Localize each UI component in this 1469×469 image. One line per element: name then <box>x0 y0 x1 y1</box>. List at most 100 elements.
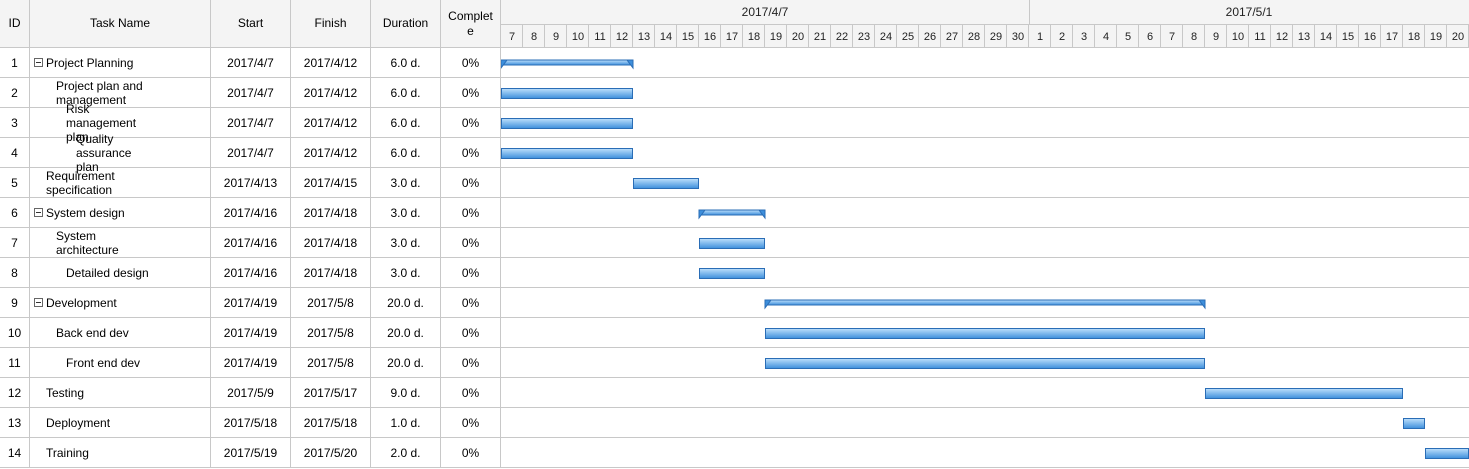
day-label: 7 <box>509 31 515 43</box>
summary-bar <box>698 209 766 216</box>
task-finish-cell: 2017/4/15 <box>291 168 371 198</box>
col-header-finish[interactable]: Finish <box>291 0 371 48</box>
timeline-chart: 2017/4/7 2017/5/17 8 9 10 11 12 13 14 15 16 17 18 19 2… <box>501 0 1469 468</box>
task-finish-cell: 2017/5/18 <box>291 408 371 438</box>
task-duration-cell: 9.0 d. <box>371 378 441 408</box>
task-complete-cell: 0% <box>441 348 501 378</box>
col-header-start[interactable]: Start <box>211 0 291 48</box>
task-complete-cell: 0% <box>441 108 501 138</box>
task-duration-cell: 1.0 d. <box>371 408 441 438</box>
task-duration-cell: 3.0 d. <box>371 228 441 258</box>
task-complete-cell: 0% <box>441 318 501 348</box>
task-duration-cell: 6.0 d. <box>371 48 441 78</box>
task-id-cell: 4 <box>0 138 30 168</box>
task-bar <box>501 118 633 129</box>
task-id-cell: 14 <box>0 438 30 468</box>
collapse-toggle-icon[interactable] <box>34 58 43 67</box>
col-header-task-name[interactable]: Task Name <box>30 0 211 48</box>
task-id-cell: 8 <box>0 258 30 288</box>
day-label: 6 <box>1147 31 1153 43</box>
day-label: 29 <box>990 31 1002 43</box>
task-start-cell: 2017/4/7 <box>211 48 291 78</box>
day-label: 26 <box>924 31 936 43</box>
task-id-cell: 1 <box>0 48 30 78</box>
task-name: Requirement specification <box>46 168 115 197</box>
task-complete-cell: 0% <box>441 378 501 408</box>
day-label: 18 <box>1408 31 1420 43</box>
table-row[interactable]: 5 Requirement specification 2017/4/13 2017/… <box>0 168 501 198</box>
task-bar <box>501 148 633 159</box>
day-label: 16 <box>1364 31 1376 43</box>
task-complete-cell: 0% <box>441 168 501 198</box>
task-name-cell: System architecture <box>30 228 211 258</box>
task-finish-cell: 2017/4/18 <box>291 198 371 228</box>
task-name: Training <box>46 445 89 460</box>
task-finish-cell: 2017/4/12 <box>291 138 371 168</box>
task-start-cell: 2017/4/13 <box>211 168 291 198</box>
table-row[interactable]: 12 Testing 2017/5/9 2017/5/17 9.0 d. 0% <box>0 378 501 408</box>
task-name: System architecture <box>56 228 119 257</box>
task-start-cell: 2017/4/19 <box>211 318 291 348</box>
table-row[interactable]: 14 Training 2017/5/19 2017/5/20 2.0 d. 0% <box>0 438 501 468</box>
table-row[interactable]: 1 Project Planning 2017/4/7 2017/4/12 6.0 d.… <box>0 48 501 78</box>
collapse-toggle-icon[interactable] <box>34 298 43 307</box>
task-finish-cell: 2017/4/18 <box>291 258 371 288</box>
task-complete-cell: 0% <box>441 78 501 108</box>
day-label: 17 <box>726 31 738 43</box>
day-label: 19 <box>770 31 782 43</box>
task-finish-cell: 2017/5/8 <box>291 318 371 348</box>
task-bar <box>765 328 1205 339</box>
day-label: 11 <box>594 31 605 43</box>
day-label: 18 <box>748 31 760 43</box>
day-label: 14 <box>1320 31 1332 43</box>
day-label: 9 <box>553 31 559 43</box>
task-finish-cell: 2017/5/20 <box>291 438 371 468</box>
task-id-cell: 5 <box>0 168 30 198</box>
table-row[interactable]: 9 Development 2017/4/19 2017/5/8 20.0 d. 0% <box>0 288 501 318</box>
task-name-cell: Quality assurance plan <box>30 132 211 174</box>
task-bar <box>633 178 699 189</box>
task-id-cell: 13 <box>0 408 30 438</box>
task-start-cell: 2017/5/18 <box>211 408 291 438</box>
task-name-cell: Deployment <box>30 408 211 438</box>
task-bar <box>765 358 1205 369</box>
col-header-complete[interactable]: Complete <box>441 0 501 48</box>
table-row[interactable]: 10 Back end dev 2017/4/19 2017/5/8 20.0 d. 0% <box>0 318 501 348</box>
table-row[interactable]: 7 System architecture 2017/4/16 2017/4/18 3.… <box>0 228 501 258</box>
table-row[interactable]: 4 Quality assurance plan 2017/4/7 2017/4/12… <box>0 132 501 174</box>
day-label: 7 <box>1169 31 1175 43</box>
table-row[interactable]: 11 Front end dev 2017/4/19 2017/5/8 20.0 d. 0… <box>0 348 501 378</box>
collapse-toggle-icon[interactable] <box>34 208 43 217</box>
day-label: 3 <box>1081 31 1087 43</box>
gantt-chart: ID Task Name Start Finish Duration Compl… <box>0 0 1469 469</box>
table-row[interactable]: 13 Deployment 2017/5/18 2017/5/18 1.0 d. 0% <box>0 408 501 438</box>
task-start-cell: 2017/4/19 <box>211 288 291 318</box>
task-complete-cell: 0% <box>441 228 501 258</box>
task-id-cell: 3 <box>0 108 30 138</box>
task-start-cell: 2017/4/7 <box>211 78 291 108</box>
task-duration-cell: 3.0 d. <box>371 258 441 288</box>
task-complete-cell: 0% <box>441 438 501 468</box>
task-start-cell: 2017/4/7 <box>211 138 291 168</box>
summary-bar <box>501 59 634 66</box>
task-duration-cell: 6.0 d. <box>371 108 441 138</box>
day-label: 8 <box>531 31 537 43</box>
table-row[interactable]: 8 Detailed design 2017/4/16 2017/4/18 3.0 d.… <box>0 258 501 288</box>
task-name: System design <box>46 205 125 220</box>
task-name: Back end dev <box>56 325 129 340</box>
task-name-cell: Training <box>30 438 211 468</box>
task-bar <box>501 88 633 99</box>
day-label: 16 <box>704 31 716 43</box>
col-header-id[interactable]: ID <box>0 0 30 48</box>
task-start-cell: 2017/4/19 <box>211 348 291 378</box>
month-label: 2017/4/7 <box>742 5 789 19</box>
day-label: 13 <box>638 31 650 43</box>
task-id-cell: 2 <box>0 78 30 108</box>
col-header-duration[interactable]: Duration <box>371 0 441 48</box>
task-name-cell: Detailed design <box>30 258 211 288</box>
day-label: 20 <box>792 31 804 43</box>
task-name-cell: Testing <box>30 378 211 408</box>
day-label: 12 <box>616 31 628 43</box>
task-complete-cell: 0% <box>441 138 501 168</box>
table-row[interactable]: 6 System design 2017/4/16 2017/4/18 3.0 d. 0% <box>0 198 501 228</box>
